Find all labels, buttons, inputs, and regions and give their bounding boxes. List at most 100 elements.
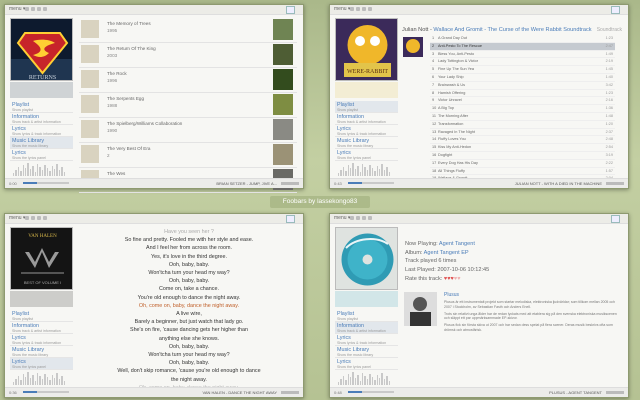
album-row[interactable]: The Memory of Trees 1995 [79,18,297,43]
visualizer-bar [25,377,27,385]
lyric-line: So fine and pretty. Fooled me with her s… [124,237,254,244]
track-row[interactable]: 6 Your Lady Ship 1:40 [430,74,615,82]
side-menu: Playlist Show playlist Information Show tr… [10,101,73,161]
track-row[interactable]: 7 Brainwash & Us 3:42 [430,82,615,90]
visualizer-bar [386,376,388,385]
window-control-icon[interactable] [286,215,295,223]
track-row[interactable]: 8 Hamish Offering 1:23 [430,90,615,98]
next-icon[interactable] [368,7,372,11]
seek-bar[interactable] [348,182,394,184]
album-row[interactable]: The Rock 1996 [79,68,297,93]
menu-item-music-library[interactable]: Music Library Show the music library [335,137,398,149]
stop-icon[interactable] [25,7,29,11]
volume-slider[interactable] [606,182,624,185]
visualizer-bar [46,168,49,176]
track-row[interactable]: 9 Victor Unravel 2:16 [430,97,615,106]
menu-item-lyrics[interactable]: Lyrics Show the lyrics panel [10,149,73,161]
menu-item-lyrics-info[interactable]: Lyrics Show lyrics & track information [10,125,73,137]
track-row[interactable]: 13 Ravaged In The Night 2:37 [430,129,615,137]
stop-icon[interactable] [350,7,354,11]
visualizer-bar [53,378,56,385]
pause-icon[interactable] [362,7,366,11]
menu-item-lyrics-info[interactable]: Lyrics Show lyrics & track information [335,125,398,137]
spectrum-visualizer [338,371,390,385]
menu-item-lyrics[interactable]: Lyrics Show the lyrics panel [335,358,398,370]
rating-hearts[interactable]: ♥♥♥♥♥ [444,276,461,282]
now-playing-track: VAN HALEN - DANCE THE NIGHT AWAY [202,390,277,395]
album-row[interactable]: The Spielberg/Williams Collaboration 1990 [79,118,297,143]
track-row[interactable]: 14 Fluffy Loves You 2:48 [430,136,615,145]
menu-item-playlist[interactable]: Playlist Show playlist [10,101,73,113]
menu-item-lyrics-info[interactable]: Lyrics Show lyrics & track information [10,334,73,346]
pause-icon[interactable] [362,216,366,220]
volume-slider[interactable] [281,391,299,394]
play-icon[interactable] [31,216,35,220]
next-icon[interactable] [43,7,47,11]
visualizer-bar [366,379,369,385]
lyric-line: You're old enough to dance the night awa… [137,294,241,301]
pause-icon[interactable] [37,216,41,220]
window-control-icon[interactable] [611,215,620,223]
play-icon[interactable] [31,7,35,11]
track-row[interactable]: 5 Fine Up The Sun Yea 1:45 [430,66,615,74]
title-bar: menu ▾ [330,214,628,224]
stop-icon[interactable] [350,216,354,220]
volume-slider[interactable] [606,391,624,394]
next-icon[interactable] [368,216,372,220]
app-menu-label[interactable]: menu ▾ [334,215,350,221]
seek-bar[interactable] [23,182,69,184]
seek-bar[interactable] [23,391,69,393]
menu-item-lyrics[interactable]: Lyrics Show the lyrics panel [10,358,73,370]
track-row[interactable]: 17 Every Dog Has His Day 2:22 [430,160,615,168]
menu-item-information[interactable]: Information Show track & artist informati… [10,322,73,334]
menu-item-playlist[interactable]: Playlist Show playlist [10,310,73,322]
menu-item-information[interactable]: Information Show track & artist informati… [335,322,398,334]
track-row[interactable]: 18 All Things Fluffy 1:57 [430,168,615,176]
album-art-panel [335,227,398,312]
heart-icon[interactable]: ♥ [457,276,460,282]
window-control-icon[interactable] [286,6,295,14]
album-row[interactable]: The Serpents Egg 1988 [79,93,297,118]
track-row[interactable]: 15 Kiss My Anti-Hedon 2:54 [430,144,615,152]
album-art [335,227,398,290]
volume-slider[interactable] [281,182,299,185]
menu-item-music-library[interactable]: Music Library Show the music library [10,346,73,358]
track-row[interactable]: 3 Bless You, Anti-Pesto 1:49 [430,51,615,59]
track-row[interactable]: 16 Dogfight 3:19 [430,152,615,160]
menu-item-information[interactable]: Information Show track & artist informati… [335,113,398,125]
app-menu-label[interactable]: menu ▾ [334,6,350,12]
play-icon[interactable] [356,216,360,220]
visualizer-bar [338,173,340,176]
play-icon[interactable] [356,7,360,11]
menu-item-playlist[interactable]: Playlist Show playlist [335,310,398,322]
track-row[interactable]: 4 Lady Tottington & Victor 2:19 [430,58,615,67]
menu-item-lyrics-info[interactable]: Lyrics Show lyrics & track information [335,334,398,346]
pause-icon[interactable] [37,7,41,11]
menu-item-music-library[interactable]: Music Library Show the music library [335,346,398,358]
track-row-selected[interactable]: 2 Anti-Pesto To The Rescue 2:47 [430,42,615,51]
track-row[interactable]: 10 A Big Top 1:36 [430,105,615,113]
visualizer-bar [350,377,352,385]
status-bar: 0:43 JULIAN NOTT - WITH A DIED IN THE MA… [330,178,628,188]
menu-item-information[interactable]: Information Show track & artist informati… [10,113,73,125]
stop-icon[interactable] [25,216,29,220]
track-row[interactable]: 12 Transformation 1:20 [430,121,615,129]
visualizer-bar [22,374,25,385]
album-row[interactable]: The Return Of The King 2003 [79,43,297,68]
next-icon[interactable] [43,216,47,220]
track-row[interactable]: 11 The Morning After 1:48 [430,113,615,121]
artist-name: Plusus [444,292,460,298]
visualizer-bar [354,169,357,176]
visualizer-bar [340,379,342,385]
album-row[interactable]: The Very Best Of Era 2 [79,143,297,168]
app-menu-label[interactable]: menu ▾ [9,215,25,221]
menu-item-music-library[interactable]: Music Library Show the music library [10,137,73,149]
menu-item-lyrics[interactable]: Lyrics Show the lyrics panel [335,149,398,161]
menu-item-playlist[interactable]: Playlist Show playlist [335,101,398,113]
album-thumb [403,37,423,57]
visualizer-bar [32,166,34,176]
track-row[interactable]: 1A Grand Day Out 1:23 [430,35,615,43]
app-menu-label[interactable]: menu ▾ [9,6,25,12]
window-control-icon[interactable] [611,6,620,14]
seek-bar[interactable] [348,391,394,393]
